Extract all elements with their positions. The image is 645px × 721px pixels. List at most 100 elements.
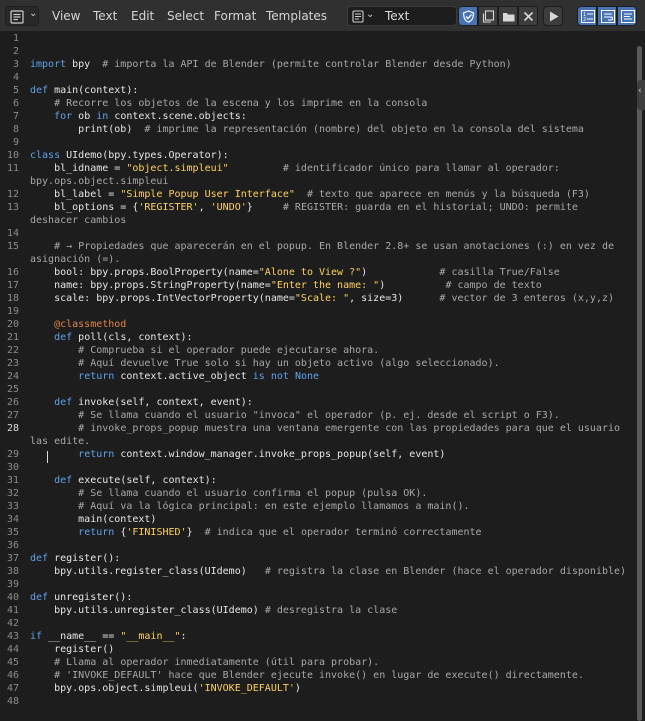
line-text[interactable]: # Aquí devuelve True solo si hay un obje… <box>30 357 499 370</box>
line-text[interactable]: # Recorre los objetos de la escena y los… <box>30 97 427 110</box>
code-line[interactable]: 40 def unregister(): <box>0 591 132 604</box>
line-text[interactable]: def poll(cls, context): <box>30 331 192 344</box>
line-text[interactable]: def main(context): <box>30 84 138 97</box>
code-line[interactable]: 27 # Se llama cuando el usuario "invoca"… <box>0 409 560 422</box>
code-line[interactable]: 15 # → Propiedades que aparecerán en el … <box>0 240 614 253</box>
line-text[interactable]: bpy.utils.unregister_class(UIdemo) # des… <box>30 604 397 617</box>
menu-format[interactable]: Format <box>214 9 256 23</box>
code-line[interactable]: 12 bl_label = "Simple Popup User Interfa… <box>0 188 590 201</box>
code-line[interactable]: 11 bl_idname = "object.simpleui" # ident… <box>0 162 560 175</box>
line-text[interactable]: import bpy # importa la API de Blender (… <box>30 58 512 71</box>
code-line[interactable]: 9 <box>0 136 24 149</box>
line-text[interactable]: bool: bpy.props.BoolProperty(name="Alone… <box>30 266 560 279</box>
syntax-highlight-toggle[interactable] <box>617 6 637 26</box>
line-text[interactable]: # Comprueba si el operador puede ejecuta… <box>30 344 379 357</box>
code-line[interactable]: 6 # Recorre los objetos de la escena y l… <box>0 97 427 110</box>
code-line[interactable]: 16 bool: bpy.props.BoolProperty(name="Al… <box>0 266 560 279</box>
line-text[interactable]: return context.active_object is not None <box>30 370 319 383</box>
menu-select[interactable]: Select <box>167 9 204 23</box>
line-text[interactable]: return {'FINISHED'} # indica que el oper… <box>30 526 481 539</box>
line-text[interactable]: bl_options = {'REGISTER', 'UNDO'} # REGI… <box>30 201 578 214</box>
line-text[interactable]: main(context) <box>30 513 156 526</box>
line-text[interactable]: bl_label = "Simple Popup User Interface"… <box>30 188 590 201</box>
code-line[interactable]: 20 @classmethod <box>0 318 126 331</box>
code-line[interactable]: 37 def register(): <box>0 552 120 565</box>
code-line[interactable]: 41 bpy.utils.unregister_class(UIdemo) # … <box>0 604 397 617</box>
code-line[interactable]: 19 <box>0 305 24 318</box>
code-line[interactable]: 21 def poll(cls, context): <box>0 331 193 344</box>
code-line[interactable]: 22 # Comprueba si el operador puede ejec… <box>0 344 379 357</box>
code-line[interactable]: 34 main(context) <box>0 513 156 526</box>
code-line[interactable]: 33 # Aquí va la lógica principal: en est… <box>0 500 470 513</box>
line-text[interactable]: # → Propiedades que aparecerán en el pop… <box>30 240 614 253</box>
code-line[interactable]: 25 <box>0 383 24 396</box>
line-text[interactable]: las edite. <box>30 435 90 448</box>
line-text[interactable]: bpy.utils.register_class(UIdemo) # regis… <box>30 565 626 578</box>
line-text[interactable]: @classmethod <box>30 318 126 331</box>
code-line[interactable]: 8 print(ob) # imprime la representación … <box>0 123 584 136</box>
code-line[interactable]: bpy.ops.object.simpleui <box>0 175 168 188</box>
line-text[interactable]: # 'INVOKE_DEFAULT' hace que Blender ejec… <box>30 669 584 682</box>
code-line[interactable]: 28 # invoke_props_popup muestra una vent… <box>0 422 620 435</box>
code-line[interactable]: 7 for ob in context.scene.objects: <box>0 110 247 123</box>
code-line[interactable]: 36 <box>0 539 24 552</box>
code-line[interactable]: 43 if __name__ == "__main__": <box>0 630 187 643</box>
word-wrap-toggle[interactable] <box>597 6 617 26</box>
code-line[interactable]: 42 <box>0 617 24 630</box>
unlink-text-button[interactable] <box>518 6 538 26</box>
line-text[interactable]: def invoke(self, context, event): <box>30 396 253 409</box>
code-line[interactable]: 32 # Se llama cuando el usuario confirma… <box>0 487 427 500</box>
code-line[interactable]: 10 class UIdemo(bpy.types.Operator): <box>0 149 229 162</box>
run-script-button[interactable] <box>543 6 563 26</box>
new-text-button[interactable] <box>478 6 498 26</box>
line-text[interactable]: # invoke_props_popup muestra una ventana… <box>30 422 620 435</box>
vertical-scrollbar[interactable] <box>637 46 642 721</box>
line-text[interactable]: class UIdemo(bpy.types.Operator): <box>30 149 229 162</box>
fake-user-button[interactable] <box>458 6 478 26</box>
code-line[interactable]: 30 <box>0 461 24 474</box>
line-text[interactable]: def register(): <box>30 552 120 565</box>
code-line[interactable]: 24 return context.active_object is not N… <box>0 370 319 383</box>
sidebar-toggle[interactable]: ‹ <box>637 80 645 110</box>
line-text[interactable]: asignación (=). <box>30 253 120 266</box>
line-text[interactable]: # Se llama cuando el usuario confirma el… <box>30 487 427 500</box>
line-text[interactable]: name: bpy.props.StringProperty(name="Ent… <box>30 279 542 292</box>
code-line[interactable]: 45 # Llama al operador inmediatamente (ú… <box>0 656 379 669</box>
code-line[interactable]: 47 bpy.ops.object.simpleui('INVOKE_DEFAU… <box>0 682 301 695</box>
code-line[interactable]: asignación (=). <box>0 253 120 266</box>
code-line[interactable]: deshacer cambios <box>0 214 126 227</box>
code-line[interactable]: 18 scale: bpy.props.IntVectorProperty(na… <box>0 292 614 305</box>
line-text[interactable]: def execute(self, context): <box>30 474 217 487</box>
line-numbers-toggle[interactable]: 1 2 <box>577 6 597 26</box>
code-line[interactable]: 35 return {'FINISHED'} # indica que el o… <box>0 526 482 539</box>
text-datablock-name[interactable]: Text <box>385 9 409 23</box>
editor-type-selector[interactable]: ⌄ <box>5 6 39 26</box>
code-line[interactable]: 23 # Aquí devuelve True solo si hay un o… <box>0 357 500 370</box>
code-line[interactable]: 3 import bpy # importa la API de Blender … <box>0 58 512 71</box>
code-line[interactable]: 31 def execute(self, context): <box>0 474 217 487</box>
code-line[interactable]: 48 <box>0 695 24 708</box>
line-text[interactable]: if __name__ == "__main__": <box>30 630 187 643</box>
code-line[interactable]: 44 register() <box>0 643 114 656</box>
code-line[interactable]: 46 # 'INVOKE_DEFAULT' hace que Blender e… <box>0 669 584 682</box>
line-text[interactable]: bl_idname = "object.simpleui" # identifi… <box>30 162 560 175</box>
text-datablock-selector[interactable]: ⌄ Text <box>347 6 457 26</box>
line-text[interactable]: def unregister(): <box>30 591 132 604</box>
line-text[interactable]: register() <box>30 643 114 656</box>
code-line[interactable]: 2 <box>0 45 24 58</box>
text-editor-area[interactable]: 1 2 3 import bpy # importa la API de Blende… <box>0 32 645 721</box>
menu-templates[interactable]: Templates <box>266 9 327 23</box>
code-line[interactable]: 14 <box>0 227 24 240</box>
line-text[interactable]: scale: bpy.props.IntVectorProperty(name=… <box>30 292 614 305</box>
line-text[interactable]: # Llama al operador inmediatamente (útil… <box>30 656 379 669</box>
code-line[interactable]: 13 bl_options = {'REGISTER', 'UNDO'} # R… <box>0 201 578 214</box>
code-line[interactable]: 29 return context.window_manager.invoke_… <box>0 448 445 461</box>
line-text[interactable]: bpy.ops.object.simpleui <box>30 175 168 188</box>
code-line[interactable]: 4 <box>0 71 24 84</box>
line-text[interactable]: # Se llama cuando el usuario "invoca" el… <box>30 409 560 422</box>
code-line[interactable]: 26 def invoke(self, context, event): <box>0 396 253 409</box>
open-text-button[interactable] <box>498 6 518 26</box>
code-line[interactable]: 39 <box>0 578 24 591</box>
line-text[interactable]: return context.window_manager.invoke_pro… <box>30 448 445 461</box>
line-text[interactable]: print(ob) # imprime la representación (n… <box>30 123 584 136</box>
